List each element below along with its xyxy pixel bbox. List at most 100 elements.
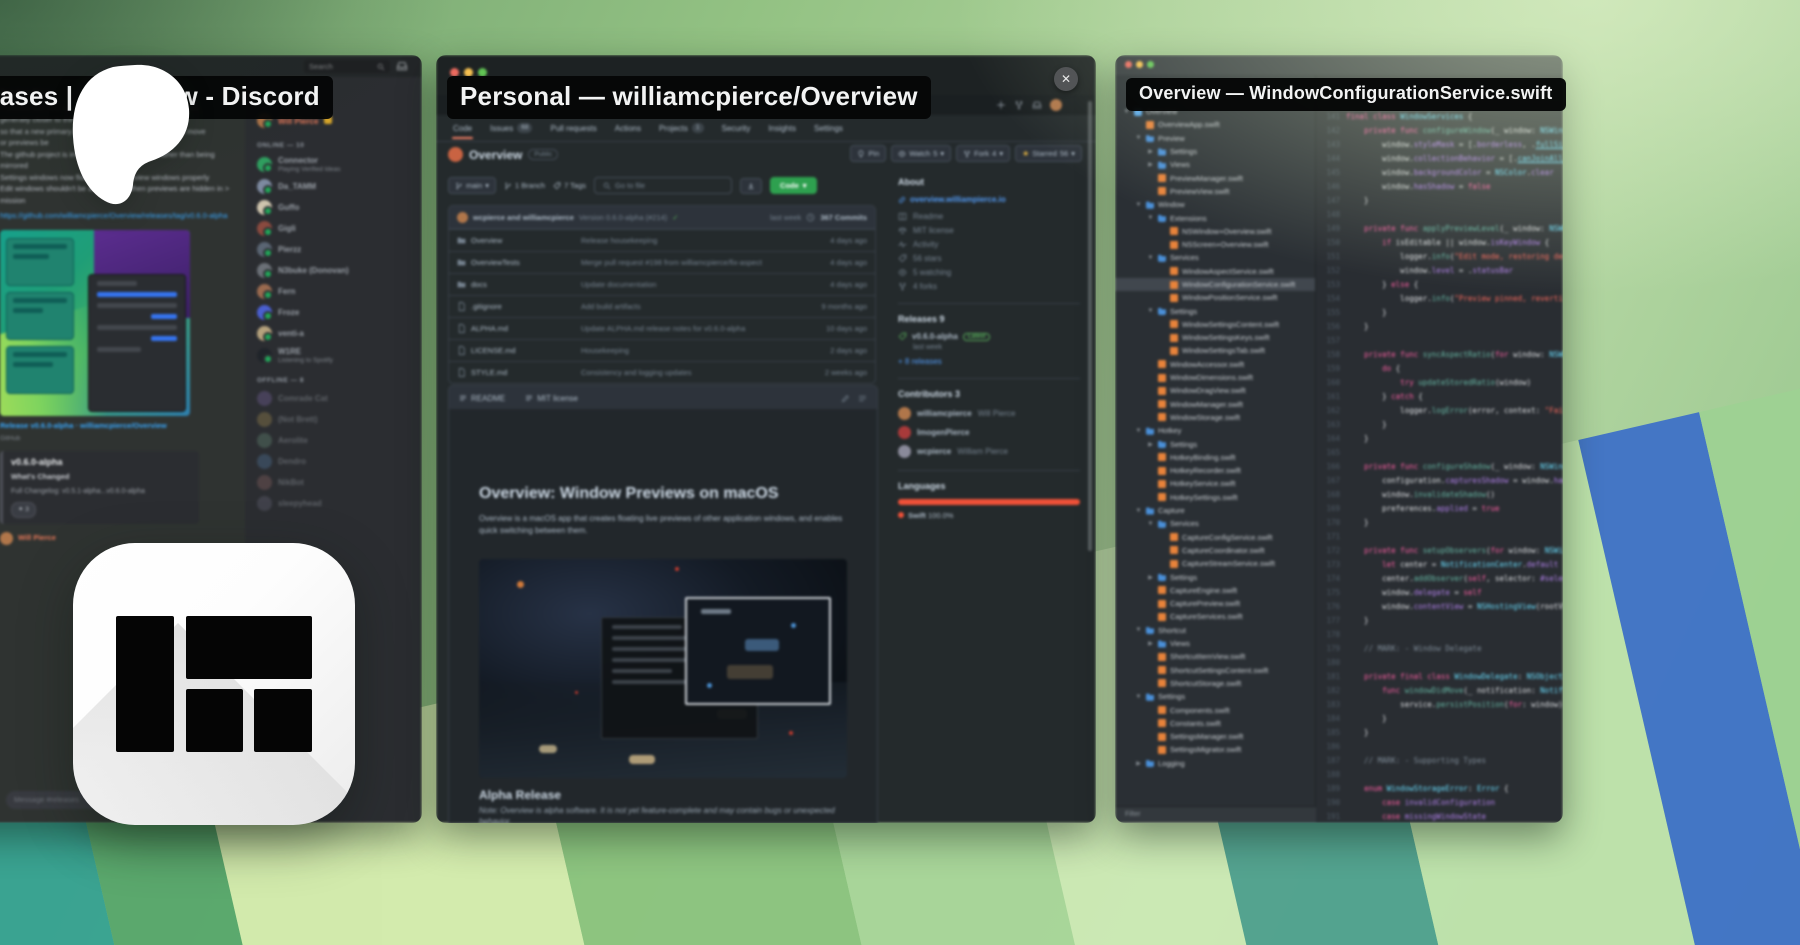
disclosure-icon[interactable]: ▶: [1147, 640, 1154, 647]
star-button[interactable]: ★ Starred 56 ▾: [1015, 145, 1082, 162]
repo-tab[interactable]: Actions: [608, 119, 648, 138]
navigator-row[interactable]: Components.swift: [1115, 703, 1315, 716]
close-preview-button[interactable]: ✕: [1054, 67, 1078, 91]
table-row[interactable]: LICENSE.md Housekeeping 2 days ago: [449, 339, 875, 361]
reaction-pill[interactable]: ✦ 3: [11, 502, 36, 518]
inbox-icon[interactable]: [1032, 100, 1042, 110]
navigator-row[interactable]: WindowStorage.swift: [1115, 411, 1315, 424]
navigator-row[interactable]: ShortcutItemView.swift: [1115, 650, 1315, 663]
disclosure-icon[interactable]: ▶: [1147, 161, 1154, 168]
scrollbar[interactable]: [1088, 101, 1092, 551]
github-window-preview[interactable]: Code Issues 68 Pull requests Actions: [436, 55, 1096, 823]
repo-tab[interactable]: Security: [715, 119, 758, 138]
discord-search-input[interactable]: Search: [304, 60, 390, 73]
navigator-row[interactable]: ▶ Logging: [1115, 757, 1315, 770]
member-row[interactable]: Connector Playing Verified Ideas: [245, 153, 422, 176]
table-row[interactable]: docs Update documentation 4 days ago: [449, 273, 875, 295]
navigator-row[interactable]: HotkeySettings.swift: [1115, 491, 1315, 504]
file-commit-message[interactable]: Update documentation: [581, 280, 799, 289]
member-row[interactable]: Froze: [245, 302, 422, 323]
navigator-row[interactable]: CaptureServices.swift: [1115, 610, 1315, 623]
navigator-row[interactable]: ▼ Shortcut: [1115, 624, 1315, 637]
releases-heading[interactable]: Releases 9: [898, 314, 1080, 324]
fork-button[interactable]: Fork 4 ▾: [956, 145, 1010, 162]
navigator-row[interactable]: WindowAccessor.swift: [1115, 358, 1315, 371]
readme-tab[interactable]: MIT license: [515, 387, 588, 410]
navigator-row[interactable]: ▼ Capture: [1115, 504, 1315, 517]
member-row[interactable]: W1RE Listening to Spotify: [245, 344, 422, 367]
disclosure-icon[interactable]: ▼: [1135, 694, 1142, 700]
embedded-screenshot[interactable]: [0, 230, 190, 416]
navigator-row[interactable]: ▼ Settings: [1115, 690, 1315, 703]
navigator-row[interactable]: ▼ Services: [1115, 517, 1315, 530]
member-row[interactable]: Aerolite: [245, 430, 422, 451]
disclosure-icon[interactable]: ▶: [1147, 148, 1154, 155]
navigator-filter-input[interactable]: Filter: [1115, 806, 1325, 823]
readme-tab[interactable]: README: [449, 387, 515, 410]
go-to-file-input[interactable]: Go to file: [594, 177, 732, 194]
navigator-row[interactable]: CaptureStreamService.swift: [1115, 557, 1315, 570]
repo-tab[interactable]: Settings: [807, 119, 850, 138]
table-row[interactable]: ALPHA.md Update ALPHA.md release notes f…: [449, 317, 875, 339]
about-item[interactable]: 5 watching: [898, 268, 1080, 277]
watch-button[interactable]: Watch 5 ▾: [891, 145, 951, 162]
navigator-row[interactable]: HotkeyBinding.swift: [1115, 451, 1315, 464]
close-traffic-light[interactable]: [1125, 61, 1132, 68]
branch-selector[interactable]: main ▾: [448, 177, 496, 194]
disclosure-icon[interactable]: ▼: [1135, 428, 1142, 434]
navigator-row[interactable]: ▶ Views: [1115, 637, 1315, 650]
navigator-row[interactable]: SettingsMigrator.swift: [1115, 743, 1315, 756]
navigator-row[interactable]: CaptureEngine.swift: [1115, 584, 1315, 597]
about-item[interactable]: MIT license: [898, 226, 1080, 235]
member-row[interactable]: N3buke (Donovan): [245, 260, 422, 281]
navigator-row[interactable]: ▶ Settings: [1115, 437, 1315, 450]
contributors-heading[interactable]: Contributors 3: [898, 389, 1080, 399]
navigator-row[interactable]: ▶ Settings: [1115, 145, 1315, 158]
table-row[interactable]: OverviewTests Merge pull request #198 fr…: [449, 251, 875, 273]
commit-message[interactable]: Version 0.6.0-alpha (#214): [579, 213, 667, 222]
member-row[interactable]: sleepyhead: [245, 493, 422, 514]
navigator-row[interactable]: SettingsManager.swift: [1115, 730, 1315, 743]
navigator-row[interactable]: WindowDimensions.swift: [1115, 371, 1315, 384]
more-releases-link[interactable]: + 8 releases: [898, 357, 1080, 366]
disclosure-icon[interactable]: ▶: [1135, 760, 1142, 767]
file-name[interactable]: LICENSE.md: [471, 346, 516, 355]
file-commit-message[interactable]: Add build artifacts: [581, 302, 799, 311]
branches-link[interactable]: 1 Branch: [504, 181, 545, 190]
navigator-row[interactable]: NSWindow+Overview.swift: [1115, 225, 1315, 238]
disclosure-icon[interactable]: ▼: [1147, 215, 1154, 221]
navigator-row[interactable]: ShortcutSettingsContent.swift: [1115, 663, 1315, 676]
table-row[interactable]: STYLE.md Consistency and logging updates…: [449, 361, 875, 383]
member-row[interactable]: Comrade Cat: [245, 388, 422, 409]
navigator-row[interactable]: WindowPositionService.swift: [1115, 291, 1315, 304]
disclosure-icon[interactable]: ▼: [1147, 308, 1154, 314]
commit-count[interactable]: 367 Commits: [820, 213, 867, 222]
fork-icon[interactable]: [1014, 100, 1024, 110]
disclosure-icon[interactable]: ▼: [1135, 202, 1142, 208]
file-name[interactable]: docs: [471, 280, 487, 289]
member-row[interactable]: Dendro: [245, 451, 422, 472]
language-label[interactable]: Swift 100.0%: [898, 511, 1080, 520]
xcode-editor[interactable]: 141 final class WindowServices { 142 pri…: [1316, 75, 1563, 823]
disclosure-icon[interactable]: ▼: [1147, 255, 1154, 261]
file-name[interactable]: OverviewTests: [471, 258, 520, 267]
navigator-row[interactable]: ▼ Preview: [1115, 132, 1315, 145]
navigator-row[interactable]: WindowManager.swift: [1115, 398, 1315, 411]
contributor-row[interactable]: ImogenPierce: [898, 426, 1080, 439]
repo-tab[interactable]: Code: [446, 119, 479, 138]
zoom-traffic-light[interactable]: [1147, 61, 1154, 68]
navigator-row[interactable]: ▼ Services: [1115, 251, 1315, 264]
outline-icon[interactable]: [858, 394, 867, 403]
member-row[interactable]: Fern: [245, 281, 422, 302]
file-name[interactable]: STYLE.md: [471, 368, 507, 377]
navigator-row[interactable]: PreviewView.swift: [1115, 185, 1315, 198]
disclosure-icon[interactable]: ▶: [1147, 441, 1154, 448]
member-row[interactable]: NikBot: [245, 472, 422, 493]
file-name[interactable]: ALPHA.md: [471, 324, 508, 333]
inbox-icon[interactable]: [396, 60, 408, 72]
navigator-row[interactable]: ▼ Extensions: [1115, 211, 1315, 224]
navigator-row[interactable]: ShortcutStorage.swift: [1115, 677, 1315, 690]
file-name[interactable]: Overview: [471, 236, 502, 245]
table-row[interactable]: Overview Release housekeeping 4 days ago: [449, 229, 875, 251]
tags-link[interactable]: 7 Tags: [553, 181, 586, 190]
